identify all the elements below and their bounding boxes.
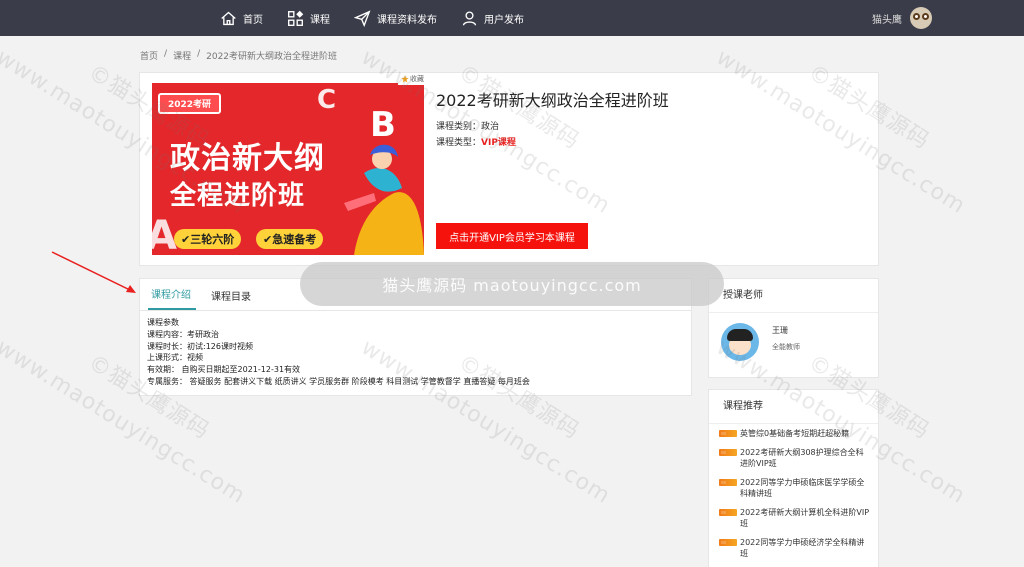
recommend-item-label: 2022考研新大纲308护理综合全科进阶VIP班 [740, 448, 864, 468]
course-params: 课程参数 课程内容：考研政治 课程时长：初试:126课时视频 上课形式：视频 有… [140, 311, 691, 388]
home-icon [221, 11, 236, 25]
list-item[interactable]: 2022同等学力申硕临床医学学硕全科精讲班 [719, 477, 870, 499]
breadcrumb-category[interactable]: 课程 [173, 49, 191, 62]
recommend-item-label: 2022同等学力申硕临床医学学硕全科精讲班 [740, 478, 865, 498]
course-badge-icon [719, 449, 737, 456]
open-vip-button[interactable]: 点击开通VIP会员学习本课程 [436, 223, 588, 249]
course-badge-icon [719, 430, 737, 437]
banner-letter-c: C [317, 85, 337, 115]
course-header-panel: C B A 2022考研 政治新大纲 全程进阶班 ✔三轮六阶 ✔急速备考 收藏 … [139, 72, 879, 266]
user-icon [462, 10, 477, 26]
list-item[interactable]: 2022考研新大纲308护理综合全科进阶VIP班 [719, 447, 870, 469]
nav-label-home: 首页 [243, 14, 263, 26]
banner-pill-1: ✔三轮六阶 [174, 229, 242, 249]
favorite-button[interactable]: 收藏 [398, 73, 427, 85]
recommend-card-title: 课程推荐 [709, 390, 878, 424]
breadcrumb-separator: / [197, 49, 201, 59]
banner-headline-2: 全程进阶班 [170, 181, 306, 211]
banner-illustration [344, 144, 424, 255]
list-item[interactable]: 英管综0基础备考短期赶超秘籍 [719, 428, 870, 439]
teacher-name[interactable]: 王珊 [772, 325, 788, 336]
course-category-value: 政治 [481, 122, 500, 132]
teacher-avatar[interactable] [721, 323, 759, 361]
send-icon [354, 9, 371, 27]
annotation-arrow-icon [51, 251, 136, 293]
recommend-item-label: 2022考研新大纲计算机全科进阶VIP班 [740, 508, 870, 528]
nav-label-user-publish: 用户发布 [484, 14, 524, 26]
grid-icon [288, 10, 304, 26]
main-nav: 首页 课程 课程资料发布 用户发布 [220, 0, 548, 36]
owl-avatar-icon[interactable] [910, 7, 932, 29]
course-category-label: 课程类别： [436, 122, 482, 132]
banner-tag: 2022考研 [158, 93, 222, 114]
course-tabs-panel: 课程介绍 课程目录 课程参数 课程内容：考研政治 课程时长：初试:126课时视频… [139, 278, 692, 396]
course-type: 课程类型：VIP课程 [436, 135, 516, 148]
tab-bar: 课程介绍 课程目录 [140, 279, 691, 311]
breadcrumb-separator: / [164, 49, 168, 59]
param-row: 有效期： 自购买日期起至2021-12-31有效 [147, 365, 301, 375]
course-badge-icon [719, 479, 737, 486]
breadcrumb: 首页 / 课程 / 2022考研新大纲政治全程进阶班 [140, 49, 337, 62]
param-row: 上课形式：视频 [147, 353, 203, 363]
user-menu[interactable]: 猫头鹰 [872, 0, 932, 36]
recommend-card: 课程推荐 英管综0基础备考短期赶超秘籍 2022考研新大纲308护理综合全科进阶… [708, 389, 879, 567]
teacher-card-title: 授课老师 [709, 279, 878, 313]
course-type-label: 课程类型： [436, 138, 482, 148]
param-row: 课程内容：考研政治 [147, 329, 219, 339]
list-item[interactable]: 2022考研新大纲计算机全科进阶VIP班 [719, 507, 870, 529]
favorite-label: 收藏 [410, 75, 424, 83]
banner-headline-1: 政治新大纲 [170, 141, 325, 176]
nav-item-home[interactable]: 首页 [220, 10, 263, 27]
nav-label-publish-material: 课程资料发布 [377, 14, 437, 26]
tab-course-catalog[interactable]: 课程目录 [208, 288, 256, 310]
course-badge-icon [719, 539, 737, 546]
nav-item-user-publish[interactable]: 用户发布 [461, 10, 524, 27]
recommend-list: 英管综0基础备考短期赶超秘籍 2022考研新大纲308护理综合全科进阶VIP班 … [709, 424, 878, 559]
list-item[interactable]: 2022同等学力申硕经济学全科精讲班 [719, 537, 870, 559]
tab-course-intro[interactable]: 课程介绍 [148, 286, 196, 310]
param-row: 课程参数 [147, 318, 179, 327]
breadcrumb-current: 2022考研新大纲政治全程进阶班 [206, 52, 338, 62]
param-row: 课程时长：初试:126课时视频 [147, 341, 253, 351]
nav-item-publish-material[interactable]: 课程资料发布 [354, 9, 437, 27]
star-icon [401, 75, 409, 83]
top-navbar: 首页 课程 课程资料发布 用户发布 猫头鹰 [0, 0, 1024, 36]
banner-letter-a: A [152, 213, 177, 255]
course-type-value: VIP课程 [481, 138, 516, 148]
param-row: 专属服务： 答疑服务 配套讲义下载 纸质讲义 学员服务群 阶段模考 科目测试 学… [147, 376, 530, 386]
teacher-role: 全能教师 [772, 343, 800, 351]
breadcrumb-home[interactable]: 首页 [140, 49, 158, 62]
username: 猫头鹰 [872, 14, 902, 26]
recommend-item-label: 英管综0基础备考短期赶超秘籍 [740, 429, 850, 438]
course-badge-icon [719, 509, 737, 516]
recommend-item-label: 2022同等学力申硕经济学全科精讲班 [740, 538, 865, 558]
course-title: 2022考研新大纲政治全程进阶班 [436, 91, 669, 110]
teacher-card: 授课老师 王珊 全能教师 [708, 278, 879, 378]
nav-item-courses[interactable]: 课程 [287, 10, 330, 27]
course-category: 课程类别：政治 [436, 119, 499, 132]
banner-pill-2: ✔急速备考 [256, 229, 324, 249]
nav-label-courses: 课程 [310, 14, 330, 26]
course-banner-image: C B A 2022考研 政治新大纲 全程进阶班 ✔三轮六阶 ✔急速备考 [152, 83, 424, 255]
